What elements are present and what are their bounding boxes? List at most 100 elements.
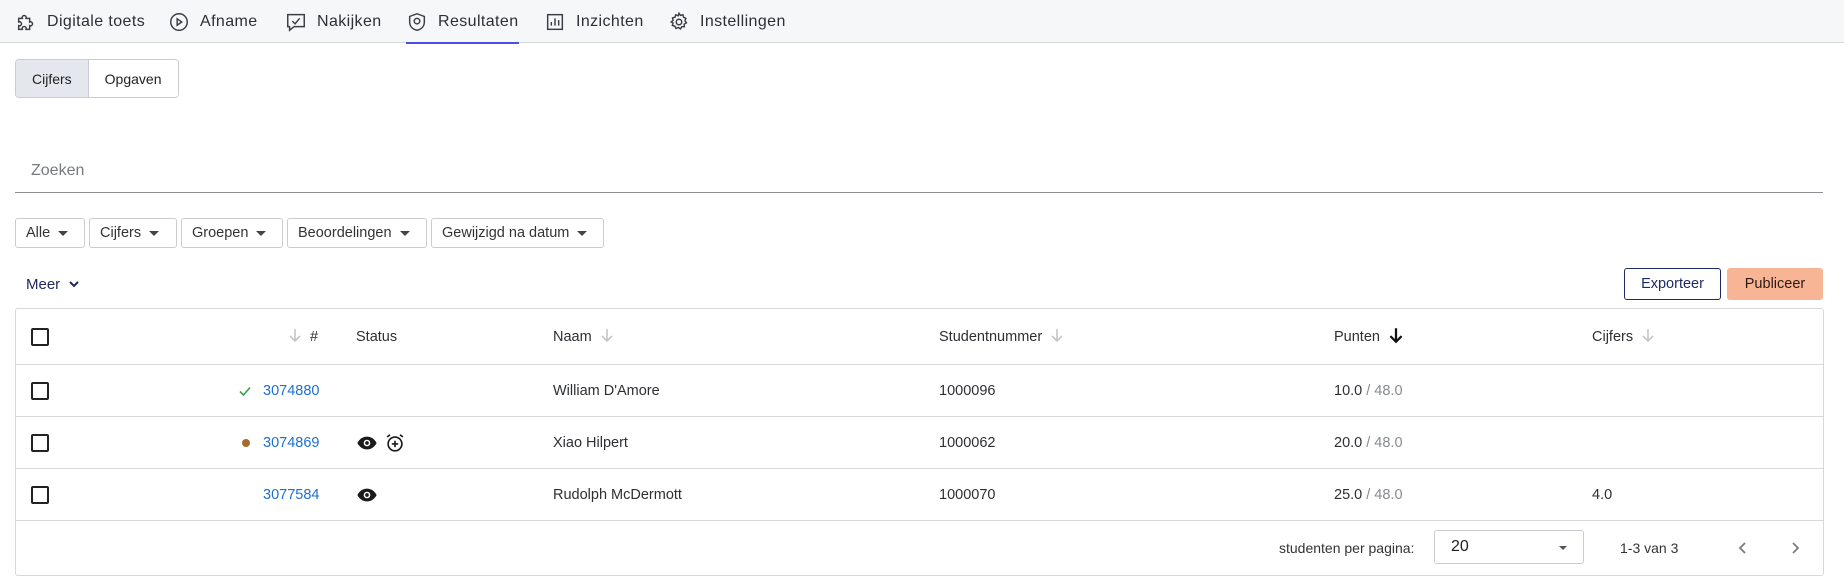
per-page-select[interactable]: 20	[1434, 530, 1584, 564]
per-page-value: 20	[1451, 538, 1469, 555]
table-row[interactable]: 3074880 William D'Amore 1000096 10.0 / 4…	[16, 365, 1823, 417]
caret-down-icon	[1559, 546, 1567, 550]
column-name-label: Naam	[553, 328, 592, 345]
student-number: 1000070	[939, 486, 996, 503]
filter-label: Gewijzigd na datum	[442, 225, 570, 241]
column-student-number[interactable]: Studentnummer	[939, 309, 1064, 364]
table-header: # Status Naam Studentnummer Punten Cijfe…	[16, 309, 1823, 365]
eye-icon[interactable]	[356, 484, 378, 506]
table-row[interactable]: 3077584 Rudolph McDermott 1000070 25.0 /…	[16, 469, 1823, 521]
chevron-left-icon	[1738, 542, 1746, 554]
filter-groepen[interactable]: Groepen	[181, 218, 283, 248]
filter-label: Groepen	[192, 225, 249, 241]
select-all-cell	[31, 309, 49, 364]
column-points[interactable]: Punten	[1334, 309, 1404, 364]
column-number[interactable]: #	[288, 309, 318, 364]
eye-icon[interactable]	[356, 432, 378, 454]
status-icons	[356, 469, 378, 520]
status-marker	[242, 417, 250, 468]
nav-item-label: Digitale toets	[47, 12, 146, 30]
column-points-label: Punten	[1334, 328, 1380, 345]
puzzle-icon	[17, 14, 34, 30]
tab-cijfers[interactable]: Cijfers	[16, 60, 89, 97]
top-navigation: Digitale toets Afname Nakijken Resultate…	[0, 0, 1844, 44]
filter-cijfers[interactable]: Cijfers	[89, 218, 177, 248]
column-student-number-label: Studentnummer	[939, 328, 1043, 345]
filter-alle[interactable]: Alle	[15, 218, 85, 248]
nav-item-digitale-toets[interactable]: Digitale toets	[15, 0, 145, 43]
column-number-label: #	[310, 328, 319, 345]
student-name: William D'Amore	[553, 382, 660, 399]
points-max: / 48.0	[1366, 382, 1403, 399]
next-page-button[interactable]	[1784, 537, 1806, 559]
filter-label: Alle	[26, 225, 51, 241]
export-button[interactable]: Exporteer	[1624, 268, 1721, 300]
column-status: Status	[356, 309, 397, 364]
caret-down-icon	[58, 230, 69, 236]
dot-icon	[242, 438, 250, 447]
filter-beoordelingen[interactable]: Beoordelingen	[287, 218, 427, 248]
student-name: Xiao Hilpert	[553, 434, 628, 451]
points-value: 25.0	[1334, 486, 1363, 503]
caret-down-icon	[149, 230, 160, 236]
column-grades-label: Cijfers	[1592, 328, 1634, 345]
sort-arrow-icon	[600, 327, 614, 347]
per-page-label: studenten per pagina:	[1279, 540, 1415, 556]
chevron-right-icon	[1792, 542, 1800, 554]
points-value: 10.0	[1334, 382, 1363, 399]
table-row[interactable]: 3074869 Xiao Hilpert 1000062 20.0 / 48.0	[16, 417, 1823, 469]
alarm-add-icon[interactable]	[384, 432, 406, 454]
status-icons	[356, 417, 406, 468]
points-max: / 48.0	[1366, 486, 1403, 503]
filter-label: Cijfers	[100, 225, 142, 241]
shield-icon	[408, 12, 426, 31]
caret-down-icon	[399, 230, 410, 236]
student-number: 1000062	[939, 434, 996, 451]
column-name[interactable]: Naam	[553, 309, 614, 364]
status-marker	[238, 365, 252, 416]
sort-arrow-icon	[1641, 327, 1655, 347]
play-circle-icon	[170, 12, 188, 31]
chevron-down-icon	[69, 281, 79, 288]
filter-gewijzigd-na-datum[interactable]: Gewijzigd na datum	[431, 218, 604, 248]
tab-opgaven[interactable]: Opgaven	[88, 60, 178, 97]
attempt-id-link[interactable]: 3074869	[263, 435, 319, 451]
caret-down-icon	[256, 230, 267, 236]
chat-check-icon	[287, 13, 305, 32]
sort-arrow-active-icon	[1388, 326, 1404, 348]
meer-button[interactable]: Meer	[26, 272, 80, 296]
nav-item-resultaten[interactable]: Resultaten	[406, 0, 519, 44]
caret-down-icon	[577, 230, 588, 236]
row-checkbox[interactable]	[31, 433, 49, 452]
nav-item-label: Afname	[200, 12, 258, 30]
pagination-range: 1-3 van 3	[1620, 540, 1679, 556]
column-status-label: Status	[356, 328, 398, 345]
publish-button[interactable]: Publiceer	[1727, 268, 1823, 300]
view-toggle: Cijfers Opgaven	[15, 59, 179, 98]
nav-item-label: Resultaten	[438, 12, 519, 30]
table-pagination: studenten per pagina: 20 1-3 van 3	[16, 521, 1823, 575]
nav-item-instellingen[interactable]: Instellingen	[668, 0, 786, 43]
select-all-checkbox[interactable]	[31, 327, 49, 346]
sort-arrow-icon	[1050, 327, 1064, 347]
chart-icon	[546, 13, 564, 30]
meer-label: Meer	[26, 275, 61, 293]
attempt-id-link[interactable]: 3074880	[263, 383, 319, 399]
grade-value: 4.0	[1592, 486, 1613, 503]
row-checkbox[interactable]	[31, 485, 49, 504]
nav-item-inzichten[interactable]: Inzichten	[544, 0, 644, 43]
student-number: 1000096	[939, 382, 996, 399]
column-grades[interactable]: Cijfers	[1592, 309, 1655, 364]
points-max: / 48.0	[1366, 434, 1403, 451]
attempt-id-link[interactable]: 3077584	[263, 487, 319, 503]
nav-item-label: Nakijken	[317, 12, 382, 30]
row-checkbox[interactable]	[31, 381, 49, 400]
previous-page-button[interactable]	[1732, 537, 1754, 559]
results-table: # Status Naam Studentnummer Punten Cijfe…	[15, 308, 1824, 576]
gear-icon	[669, 11, 688, 30]
nav-item-afname[interactable]: Afname	[168, 0, 258, 43]
check-icon	[239, 386, 251, 396]
search-input[interactable]	[15, 150, 1823, 193]
nav-item-label: Inzichten	[576, 12, 644, 30]
nav-item-nakijken[interactable]: Nakijken	[285, 0, 382, 43]
